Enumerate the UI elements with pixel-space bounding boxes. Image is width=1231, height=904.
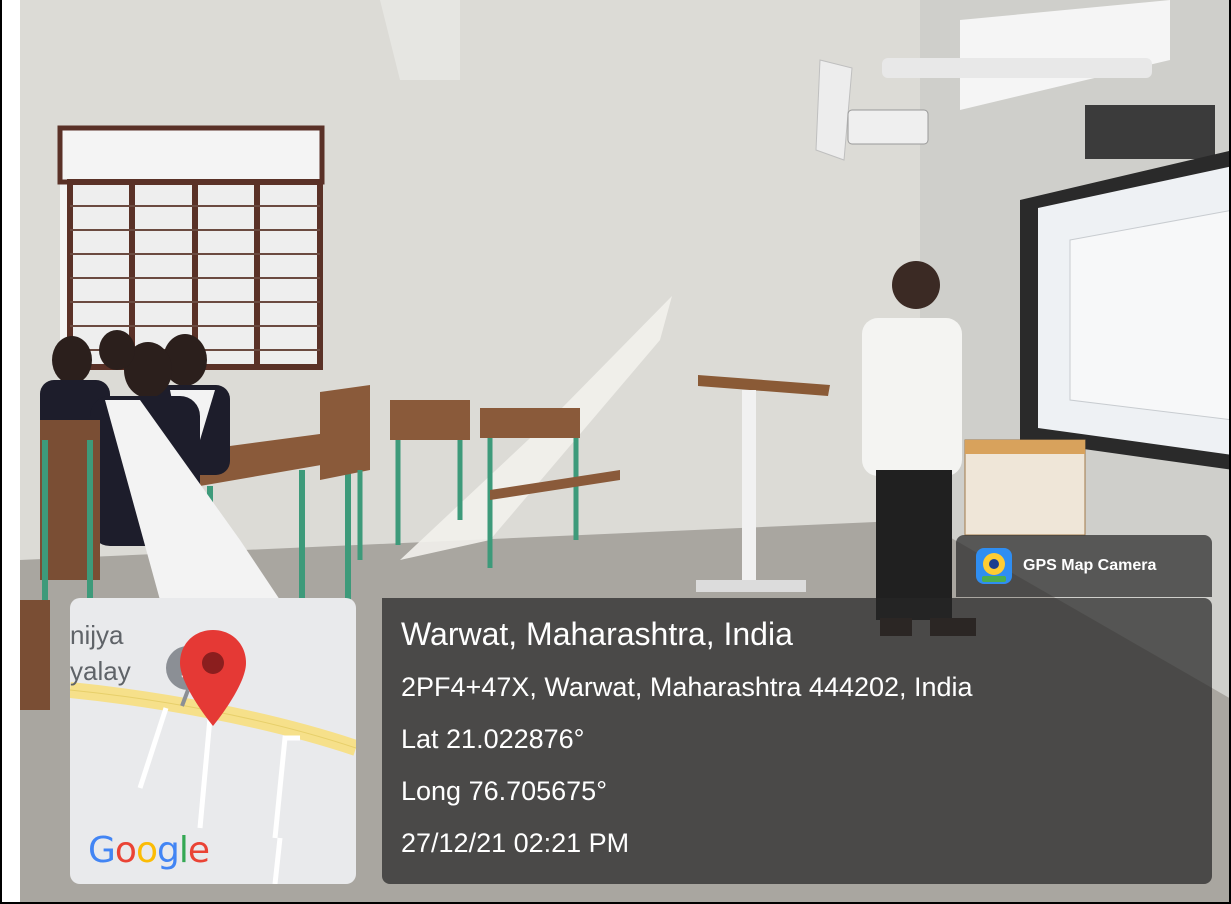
gps-camera-app-icon: [976, 546, 1012, 586]
document-frame: GPS Map Camera $ nijya yalay Go: [0, 0, 1231, 904]
google-logo-letter: l: [178, 830, 189, 871]
location-title: Warwat, Maharashtra, India: [401, 616, 793, 652]
google-logo-letter: o: [135, 830, 158, 871]
google-logo-letter: o: [114, 830, 137, 871]
gps-map-camera-badge: GPS Map Camera: [956, 535, 1212, 597]
longitude-value: Long 76.705675°: [401, 776, 607, 806]
google-logo-letter: e: [187, 830, 210, 871]
location-pin-icon: [180, 630, 246, 726]
gps-info-panel: Warwat, Maharashtra, India 2PF4+47X, War…: [382, 598, 1212, 884]
google-logo: Google: [88, 830, 210, 871]
google-logo-letter: G: [88, 830, 116, 871]
classroom-photo: GPS Map Camera $ nijya yalay Go: [20, 0, 1229, 902]
map-place-label-1: nijya: [70, 620, 124, 650]
map-thumbnail: $ nijya yalay Google: [70, 598, 356, 884]
latitude-value: Lat 21.022876°: [401, 724, 585, 754]
location-address: 2PF4+47X, Warwat, Maharashtra 444202, In…: [401, 672, 973, 702]
google-logo-letter: g: [156, 830, 180, 871]
gps-badge-label: GPS Map Camera: [1023, 557, 1157, 574]
map-place-label-2: yalay: [70, 656, 131, 686]
capture-datetime: 27/12/21 02:21 PM: [401, 828, 630, 858]
